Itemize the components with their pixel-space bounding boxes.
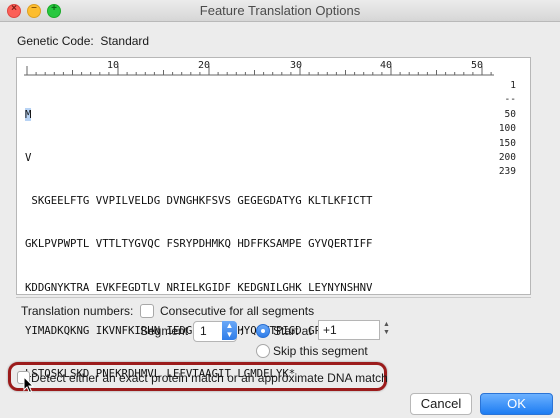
section-divider xyxy=(16,297,531,298)
line-count: 100 xyxy=(498,123,516,135)
line-count: 1 xyxy=(510,80,516,91)
stepper-icon[interactable]: ▲ ▼ xyxy=(382,321,391,338)
window-title: Feature Translation Options xyxy=(199,3,361,18)
consecutive-label[interactable]: Consecutive for all segments xyxy=(160,304,314,318)
start-at-field[interactable]: +1 xyxy=(318,320,380,340)
line-count: 50 xyxy=(504,108,516,120)
line-count: 200 xyxy=(498,152,516,164)
ok-button[interactable]: OK xyxy=(480,393,553,415)
segment-select[interactable]: 1 ▲ ▼ xyxy=(193,321,237,342)
ruler-mark-30: 30 xyxy=(290,60,303,71)
line-count: 239 xyxy=(498,166,516,178)
line-count: -- xyxy=(504,94,516,106)
ruler-ticks xyxy=(24,66,494,76)
start-at-radio[interactable] xyxy=(256,324,270,338)
sequence-line: KDDGNYKTRA EVKFEGDTLV NRIELKGIDF KEDGNIL… xyxy=(25,280,373,294)
sequence-selection: M xyxy=(25,107,32,121)
sequence-ruler: 10 20 30 40 50 xyxy=(24,60,494,80)
cancel-button[interactable]: Cancel xyxy=(410,393,472,415)
consecutive-checkbox[interactable] xyxy=(140,304,154,318)
segment-colon: : xyxy=(240,324,244,338)
sequence-line: M xyxy=(25,107,372,122)
line-count: 150 xyxy=(498,137,516,149)
skip-segment-radio[interactable] xyxy=(256,344,270,358)
ruler-mark-20: 20 xyxy=(198,60,211,71)
translation-numbers-label: Translation numbers: xyxy=(21,304,134,318)
detect-label[interactable]: Detect either an exact protein match or … xyxy=(31,371,388,385)
genetic-code-value: Standard xyxy=(100,34,150,48)
sequence-text[interactable]: M V SKGEELFTG VVPILVELDG DVNGHKFSVS GEGE… xyxy=(25,79,372,410)
start-at-value: +1 xyxy=(323,323,337,337)
genetic-code-label: Genetic Code: xyxy=(17,34,94,48)
title-bar: × – + Feature Translation Options xyxy=(0,0,560,22)
sequence-line: GKLPVPWPTL VTTLTYGVQC FSRYPDHMKQ HDFFKSA… xyxy=(25,237,373,251)
ruler-mark-40: 40 xyxy=(380,60,393,71)
segment-value: 1 xyxy=(200,324,207,338)
ruler-mark-50: 50 xyxy=(471,60,484,71)
skip-segment-label[interactable]: Skip this segment xyxy=(273,344,368,358)
chevron-updown-icon: ▲ ▼ xyxy=(222,321,237,340)
mouse-pointer-icon xyxy=(23,376,35,394)
sequence-line: SKGEELFTG VVPILVELDG DVNGHKFSVS GEGEGDAT… xyxy=(25,194,373,208)
sequence-counts: 1 -- 50 100 150 200 239 xyxy=(499,79,516,180)
start-at-label[interactable]: Start at xyxy=(273,324,312,338)
ruler-mark-10: 10 xyxy=(107,60,120,71)
segment-label: Segment xyxy=(140,324,189,338)
genetic-code: Genetic Code: Standard xyxy=(17,34,149,48)
sequence-view[interactable]: 10 20 30 40 50 M V SKGEELFTG VVPILVELDG … xyxy=(16,57,531,380)
sequence-line: V xyxy=(25,151,32,165)
